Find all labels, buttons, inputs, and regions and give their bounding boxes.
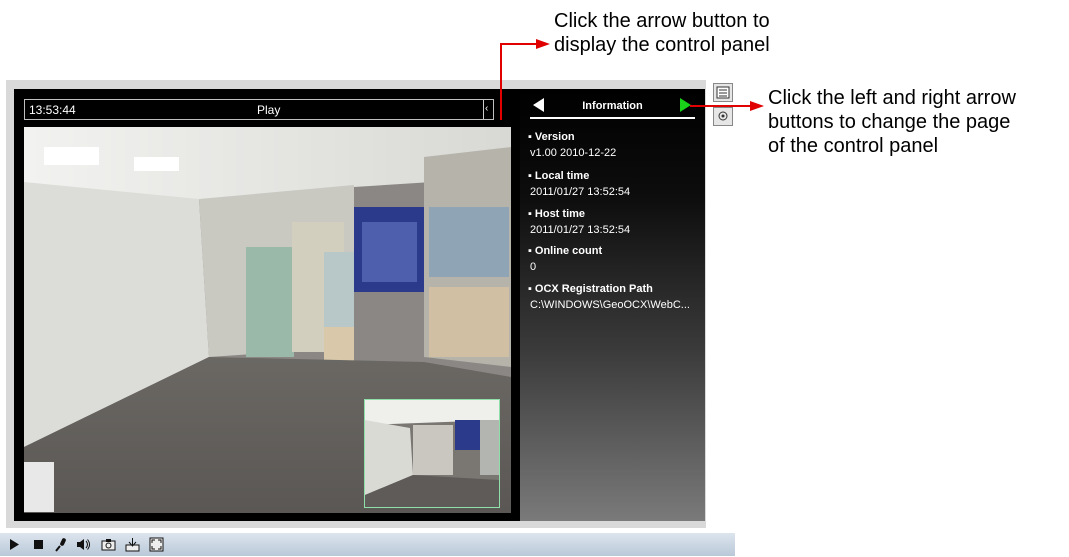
info-item-local-time: Local time 2011/01/27 13:52:54 [528,170,630,198]
callout-line: of the control panel [768,135,939,157]
picture-in-picture[interactable] [364,399,500,508]
callout-line: buttons to change the page [768,111,1011,133]
current-time: 13:53:44 [29,103,76,117]
callout-line: Click the left and right arrow [768,87,1016,109]
settings-icon[interactable] [713,107,733,126]
info-item-online-count: Online count 0 [528,245,602,273]
callout-arrow-right-head [750,101,764,111]
control-panel-toggle-button[interactable]: ‹ [483,100,493,119]
callout-page-arrows: Click the left and right arrow buttons t… [768,86,1016,158]
play-icon[interactable] [5,536,22,553]
save-icon[interactable] [124,536,141,553]
control-panel-title: Information [582,100,643,112]
info-label: Local time [528,170,630,182]
viewer-title-bar: 13:53:44 Play || ‹ [24,99,494,120]
info-value: 2011/01/27 13:52:54 [530,224,631,236]
side-icon-bar [709,80,739,132]
info-label: OCX Registration Path [528,283,690,295]
pip-image [365,400,499,507]
info-label: Version [528,131,616,143]
speaker-icon[interactable] [75,536,92,553]
info-item-host-time: Host time 2011/01/27 13:52:54 [528,208,630,236]
chevron-left-icon: ‹ [485,103,489,114]
info-item-ocx-path: OCX Registration Path C:\WINDOWS\GeoOCX\… [528,283,690,311]
info-label: Online count [528,245,602,257]
info-value: 0 [530,261,537,273]
play-status: Play [257,103,281,117]
control-panel: Information Version v1.00 2010-12-22 Loc… [520,89,705,521]
snapshot-icon[interactable] [100,536,117,553]
info-label: Host time [528,208,630,220]
info-value: 2011/01/27 13:52:54 [530,186,631,198]
next-page-arrow-icon[interactable] [680,98,691,112]
stop-icon[interactable] [30,536,47,553]
info-item-version: Version v1.00 2010-12-22 [528,131,616,159]
bottom-toolbar [0,533,735,556]
info-value: v1.00 2010-12-22 [530,147,617,159]
list-view-icon[interactable] [713,83,733,102]
fullscreen-icon[interactable] [148,536,165,553]
callout-arrow-top-head [536,39,550,49]
callout-line: display the control panel [554,34,770,56]
info-value: C:\WINDOWS\GeoOCX\WebC... [530,299,690,311]
callout-control-panel: Click the arrow button to display the co… [554,9,770,57]
callout-line: Click the arrow button to [554,10,770,32]
control-panel-header: Information [530,97,695,119]
microphone-icon[interactable] [53,536,70,553]
